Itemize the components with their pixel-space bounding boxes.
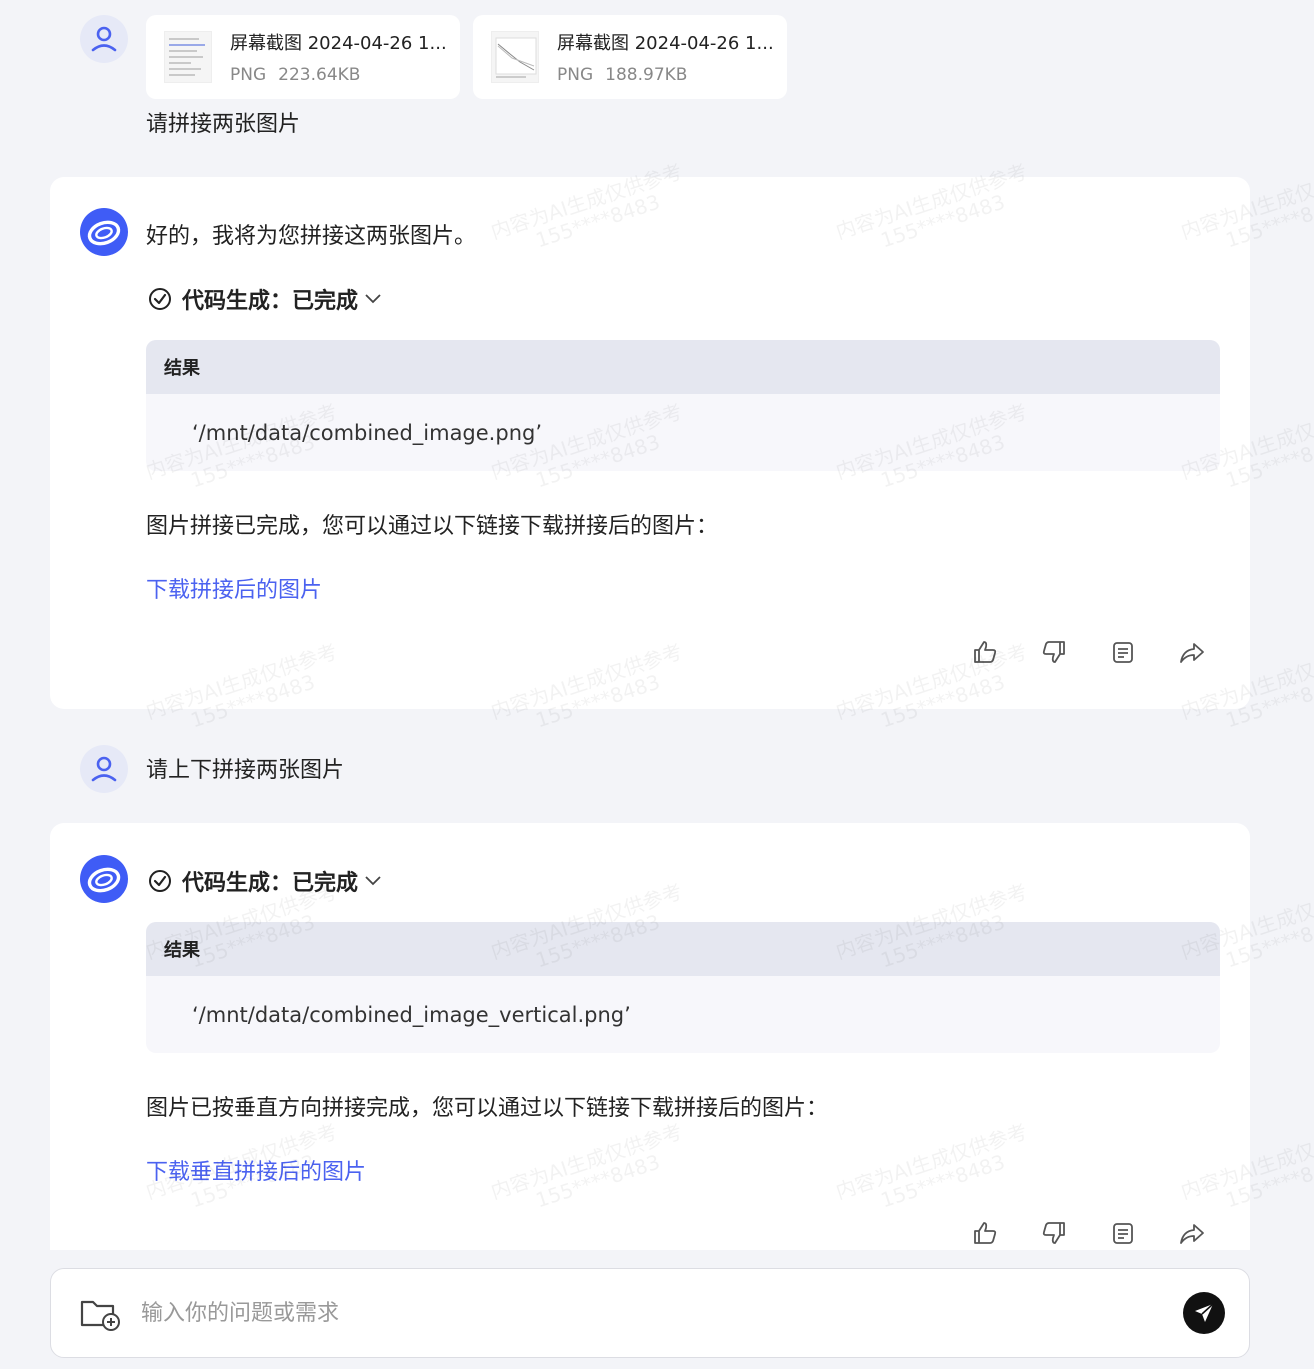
bot-intro-text: 好的，我将为您拼接这两张图片。 xyxy=(146,224,477,249)
thumbs-down-icon xyxy=(1042,1222,1065,1244)
send-icon xyxy=(1195,1303,1214,1322)
code-generation-toggle[interactable]: 代码生成：已完成 xyxy=(148,283,382,315)
download-link[interactable]: 下载拼接后的图片 xyxy=(146,572,322,604)
bot-message-text: 图片已按垂直方向拼接完成，您可以通过以下链接下载拼接后的图片： xyxy=(146,1096,829,1121)
share-button[interactable] xyxy=(1175,635,1209,669)
folder-add-icon xyxy=(80,1300,120,1331)
attachment-card[interactable]: 屏幕截图 2024-04-26 1... PNG 223.64KB xyxy=(146,15,460,99)
attachment-type: PNG xyxy=(557,65,594,85)
attachment-size: 223.64KB xyxy=(278,65,361,85)
user-icon xyxy=(91,756,117,782)
attachment-type: PNG xyxy=(230,65,267,85)
bot-logo-icon xyxy=(87,867,121,893)
dislike-button[interactable] xyxy=(1037,635,1071,669)
check-circle-icon xyxy=(148,287,172,311)
chat-input-bar xyxy=(50,1268,1250,1358)
attachment-name: 屏幕截图 2024-04-26 1... xyxy=(230,33,447,54)
bot-message-text: 图片拼接已完成，您可以通过以下链接下载拼接后的图片： xyxy=(146,514,719,539)
chevron-down-icon xyxy=(364,293,382,305)
attach-file-button[interactable] xyxy=(79,1297,121,1335)
chat-input[interactable] xyxy=(141,1293,1141,1333)
result-value: ‘/mnt/data/combined_image_vertical.png’ xyxy=(192,1002,631,1027)
result-block: 结果 ‘/mnt/data/combined_image.png’ xyxy=(146,340,1220,471)
attachment-size: 188.97KB xyxy=(605,65,688,85)
user-message-text: 请拼接两张图片 xyxy=(146,112,301,137)
result-block: 结果 ‘/mnt/data/combined_image_vertical.pn… xyxy=(146,922,1220,1053)
code-generation-toggle[interactable]: 代码生成：已完成 xyxy=(148,865,382,897)
user-message-text: 请上下拼接两张图片 xyxy=(146,758,345,783)
bot-avatar xyxy=(80,855,128,903)
like-button[interactable] xyxy=(968,635,1002,669)
bot-logo-icon xyxy=(87,220,121,246)
result-header: 结果 xyxy=(146,340,1220,394)
result-header: 结果 xyxy=(146,922,1220,976)
dislike-button[interactable] xyxy=(1037,1216,1071,1250)
like-button[interactable] xyxy=(968,1216,1002,1250)
user-icon xyxy=(91,26,117,52)
attachment-name: 屏幕截图 2024-04-26 1... xyxy=(557,33,774,54)
bot-avatar xyxy=(80,208,128,256)
copy-icon xyxy=(1113,1223,1133,1244)
user-avatar xyxy=(80,745,128,793)
thumbs-down-icon xyxy=(1042,641,1065,663)
check-circle-icon xyxy=(148,869,172,893)
share-icon xyxy=(1180,643,1204,663)
thumbs-up-icon xyxy=(974,641,997,663)
result-value: ‘/mnt/data/combined_image.png’ xyxy=(192,420,543,445)
thumbs-up-icon xyxy=(974,1222,997,1244)
image-thumbnail xyxy=(164,31,212,83)
copy-icon xyxy=(1113,642,1133,663)
copy-button[interactable] xyxy=(1106,1216,1140,1250)
send-button[interactable] xyxy=(1183,1292,1225,1334)
share-button[interactable] xyxy=(1175,1216,1209,1250)
copy-button[interactable] xyxy=(1106,635,1140,669)
image-thumbnail xyxy=(491,31,539,83)
user-avatar xyxy=(80,15,128,63)
chevron-down-icon xyxy=(364,875,382,887)
code-status-label: 代码生成：已完成 xyxy=(182,289,359,314)
code-status-label: 代码生成：已完成 xyxy=(182,871,359,896)
attachment-card[interactable]: 屏幕截图 2024-04-26 1... PNG 188.97KB xyxy=(473,15,787,99)
share-icon xyxy=(1180,1224,1204,1244)
download-link[interactable]: 下载垂直拼接后的图片 xyxy=(146,1154,366,1186)
